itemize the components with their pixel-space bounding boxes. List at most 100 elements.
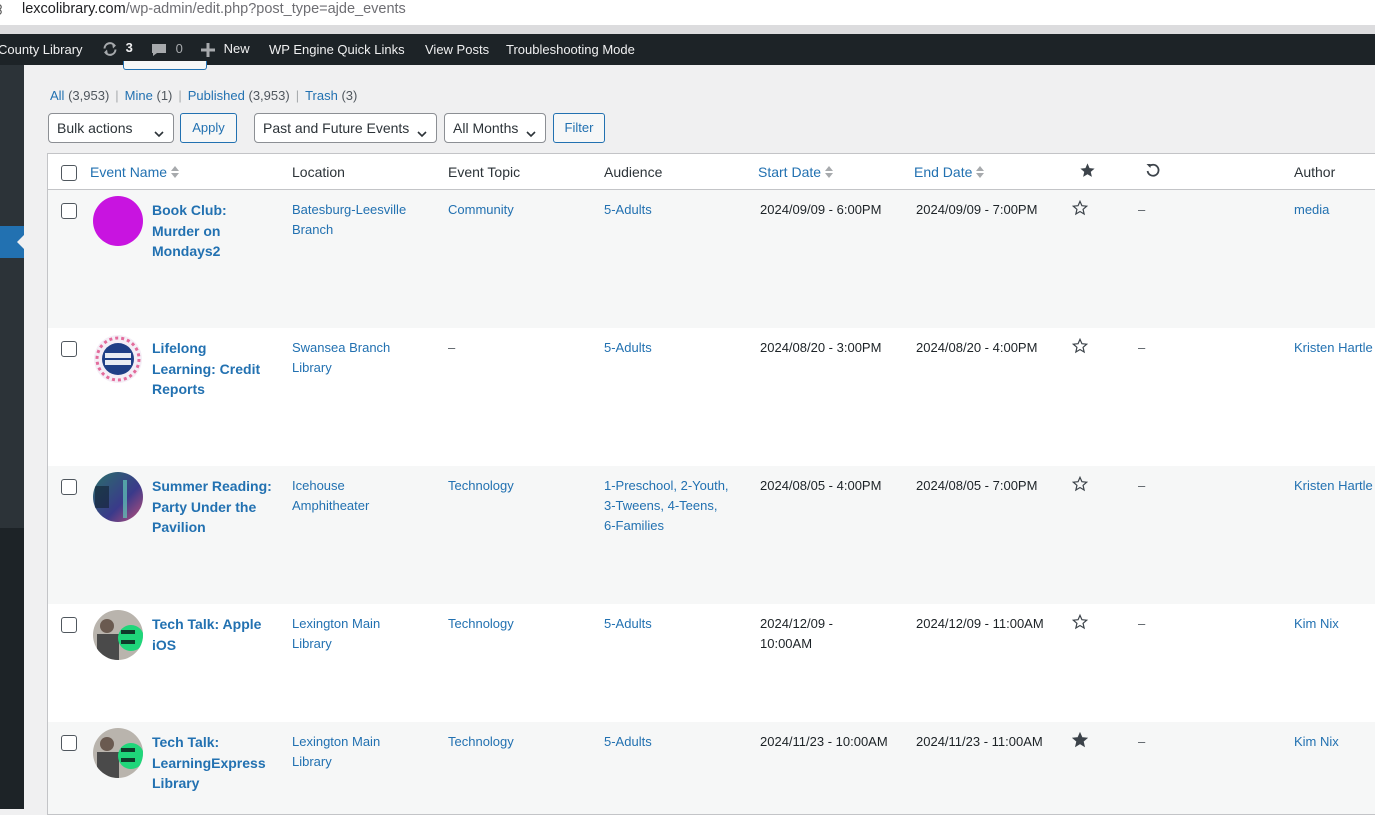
comments-menu[interactable]: 0: [151, 41, 183, 58]
location-line: Lexington Main: [292, 616, 381, 631]
featured-star-icon[interactable]: [1071, 613, 1089, 633]
audience-links[interactable]: 1-Preschool, 2-Youth, 3-Tweens, 4-Teens, 6…: [604, 476, 729, 536]
table-row: Tech Talk: LearningExpress Library Lexingt…: [48, 722, 1375, 814]
row-checkbox[interactable]: [61, 617, 77, 633]
filter-mine-label: Mine: [124, 88, 153, 103]
start-date: 2024/08/20 - 3:00PM: [760, 340, 882, 355]
filter-mine-link[interactable]: Mine: [125, 88, 153, 103]
event-title-link[interactable]: Tech Talk: LearningExpress Library: [152, 732, 280, 794]
location-line: Amphitheater: [292, 498, 370, 513]
apply-button[interactable]: Apply: [180, 113, 237, 143]
comment-icon: [151, 41, 171, 56]
filter-published-count: (3,953): [248, 88, 290, 103]
bulk-actions-select[interactable]: Bulk actions: [48, 113, 174, 143]
audience-link[interactable]: 5-Adults: [604, 338, 652, 358]
event-title-link[interactable]: Book Club: Murder on Mondays2: [152, 200, 280, 262]
event-location-link[interactable]: Lexington Main Library: [292, 732, 380, 772]
repeat-value: –: [1138, 734, 1146, 749]
audience-line: 6-Families: [604, 518, 664, 533]
table-row: Lifelong Learning: Credit Reports Swansea …: [48, 328, 1375, 466]
view-posts-link[interactable]: View Posts: [425, 42, 489, 57]
event-thumbnail: [93, 610, 143, 660]
event-location-link[interactable]: Lexington Main Library: [292, 614, 380, 654]
event-topic-link[interactable]: Technology: [448, 732, 514, 752]
event-range-label: Past and Future Events: [263, 120, 410, 136]
filter-trash-label: Trash: [305, 88, 338, 103]
event-title-link[interactable]: Lifelong Learning: Credit Reports: [152, 338, 280, 400]
event-location-link[interactable]: Icehouse Amphitheater: [292, 476, 369, 516]
title-line: Summer Reading:: [152, 478, 272, 494]
updates-menu[interactable]: 3: [101, 40, 133, 58]
filter-trash-link[interactable]: Trash: [305, 88, 338, 103]
new-content-menu[interactable]: New: [201, 41, 250, 57]
url-path: /wp-admin/edit.php?post_type=ajde_events: [125, 1, 406, 17]
event-thumbnail: [93, 472, 143, 522]
author-link[interactable]: media: [1294, 200, 1329, 220]
add-new-button-partial[interactable]: [123, 61, 207, 70]
repeat-value: –: [1138, 616, 1146, 631]
filter-published-link[interactable]: Published: [188, 88, 245, 103]
select-all-checkbox[interactable]: [61, 165, 77, 181]
row-checkbox[interactable]: [61, 203, 77, 219]
table-row: Summer Reading: Party Under the Pavilion I…: [48, 466, 1375, 604]
updates-count: 3: [125, 40, 133, 56]
author-link[interactable]: Kristen Hartle: [1294, 476, 1373, 496]
refresh-icon: [101, 40, 123, 56]
column-location: Location: [292, 164, 345, 180]
event-range-select[interactable]: Past and Future Events: [254, 113, 437, 143]
new-label: New: [223, 41, 250, 56]
table-row: Book Club: Murder on Mondays2 Batesburg-Le…: [48, 190, 1375, 328]
admin-sidebar[interactable]: [0, 65, 24, 528]
title-line: Tech Talk: Apple: [152, 616, 262, 632]
event-topic-link[interactable]: Community: [448, 200, 514, 220]
row-checkbox[interactable]: [61, 479, 77, 495]
admin-bar-site-name[interactable]: County Library: [0, 42, 83, 57]
start-date-line: 2024/12/09 -: [760, 616, 834, 631]
table-header: Event Name Location Event Topic Audience…: [48, 154, 1375, 190]
row-checkbox[interactable]: [61, 341, 77, 357]
event-topic-link[interactable]: Technology: [448, 614, 514, 634]
featured-star-icon[interactable]: [1071, 731, 1089, 751]
title-line: Mondays2: [152, 243, 221, 259]
filter-separator: |: [178, 88, 182, 103]
featured-star-icon[interactable]: [1071, 475, 1089, 495]
event-topic-link[interactable]: Technology: [448, 476, 514, 496]
undo-icon: [1145, 162, 1161, 181]
audience-link[interactable]: 5-Adults: [604, 732, 652, 752]
column-end-date[interactable]: End Date: [914, 164, 985, 182]
location-line: Swansea Branch: [292, 340, 391, 355]
troubleshooting-mode-link[interactable]: Troubleshooting Mode: [506, 42, 635, 57]
repeat-value: –: [1138, 202, 1146, 217]
start-date-line: 10:00AM: [760, 636, 813, 651]
event-title-link[interactable]: Summer Reading: Party Under the Pavilion: [152, 476, 280, 538]
location-line: Library: [292, 754, 332, 769]
author-link[interactable]: Kim Nix: [1294, 614, 1339, 634]
event-title-link[interactable]: Tech Talk: Apple iOS: [152, 614, 280, 655]
filter-button[interactable]: Filter: [553, 113, 605, 143]
url-text[interactable]: lexcolibrary.com/wp-admin/edit.php?post_…: [22, 1, 406, 17]
wp-engine-quick-links[interactable]: WP Engine Quick Links: [269, 42, 405, 57]
filter-all-link[interactable]: All: [50, 88, 64, 103]
author-link[interactable]: Kristen Hartle: [1294, 338, 1373, 358]
featured-star-icon[interactable]: [1071, 199, 1089, 219]
bulk-actions-label: Bulk actions: [57, 120, 133, 136]
audience-link[interactable]: 5-Adults: [604, 614, 652, 634]
event-location-link[interactable]: Batesburg-Leesville Branch: [292, 200, 406, 240]
months-select[interactable]: All Months: [444, 113, 546, 143]
chevron-down-icon: [416, 121, 428, 149]
end-date: 2024/09/09 - 7:00PM: [916, 202, 1038, 217]
audience-link[interactable]: 5-Adults: [604, 200, 652, 220]
column-start-date[interactable]: Start Date: [758, 164, 834, 182]
sidebar-current-arrow-icon: [17, 234, 25, 250]
row-checkbox[interactable]: [61, 735, 77, 751]
featured-star-icon[interactable]: [1071, 337, 1089, 357]
column-event-name[interactable]: Event Name: [90, 164, 180, 182]
column-event-name-label: Event Name: [90, 164, 168, 180]
comments-count: 0: [175, 41, 183, 56]
audience-line: 1-Preschool, 2-Youth,: [604, 478, 729, 493]
start-date: 2024/08/05 - 4:00PM: [760, 478, 882, 493]
title-line: iOS: [152, 636, 177, 653]
author-link[interactable]: Kim Nix: [1294, 732, 1339, 752]
site-info-icon[interactable]: [0, 3, 8, 17]
event-location-link[interactable]: Swansea Branch Library: [292, 338, 390, 378]
